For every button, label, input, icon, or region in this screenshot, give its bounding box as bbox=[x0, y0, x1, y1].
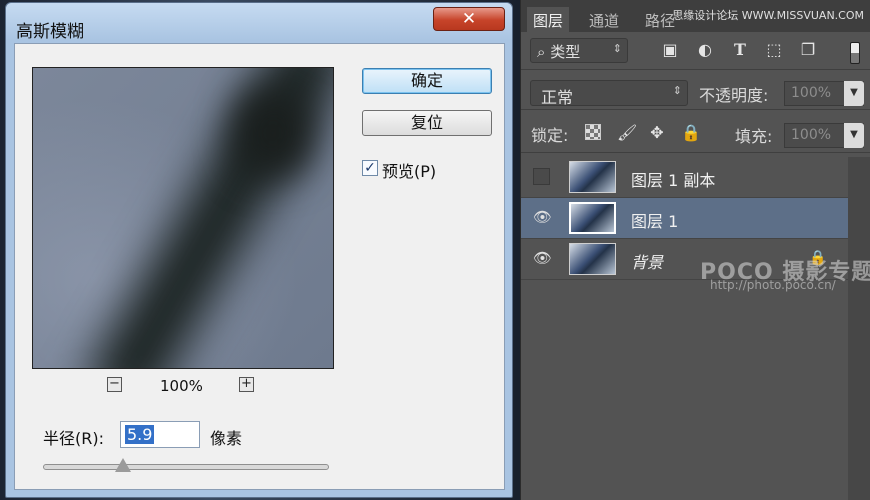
type-icon[interactable]: T bbox=[731, 41, 749, 59]
close-button[interactable]: ✕ bbox=[433, 7, 505, 31]
preview-dark-blob bbox=[233, 88, 313, 178]
ok-button[interactable]: 确定 bbox=[362, 68, 492, 94]
move-icon[interactable]: ✥ bbox=[648, 124, 666, 142]
filter-type-label: 类型 bbox=[550, 43, 581, 61]
tab-channels[interactable]: 通道 bbox=[583, 7, 625, 32]
visibility-toggle[interactable] bbox=[533, 168, 550, 185]
radius-input[interactable]: 5.9 bbox=[120, 421, 200, 448]
radius-slider-track[interactable] bbox=[43, 464, 329, 470]
blend-row: 正常 ⇕ 不透明度: 100% ▼ bbox=[521, 72, 870, 110]
opacity-label: 不透明度: bbox=[699, 86, 769, 105]
layer-row[interactable]: 👁 图层 1 bbox=[521, 198, 848, 239]
brush-icon[interactable]: 🖌 bbox=[617, 124, 637, 142]
zoom-in-button[interactable]: + bbox=[239, 377, 254, 392]
image-icon[interactable]: ▣ bbox=[661, 41, 679, 59]
radius-unit: 像素 bbox=[210, 429, 243, 448]
blend-mode-value: 正常 bbox=[541, 88, 574, 107]
panel-tabs: 图层 通道 路径 思缘设计论坛 WWW.MISSVUAN.COM bbox=[521, 0, 870, 32]
watermark-url: http://photo.poco.cn/ bbox=[710, 278, 836, 292]
eye-icon[interactable]: 👁 bbox=[533, 250, 552, 267]
blend-mode-select[interactable]: 正常 ⇕ bbox=[530, 80, 688, 107]
fill-value: 100% bbox=[791, 127, 832, 143]
preview-label: 预览(P) bbox=[382, 162, 437, 181]
dropdown-arrow-icon: ⇕ bbox=[672, 84, 682, 97]
chevron-down-icon[interactable]: ▼ bbox=[844, 123, 864, 148]
layer-name[interactable]: 图层 1 bbox=[631, 208, 678, 232]
zoom-bar: − 100% + bbox=[32, 376, 334, 396]
adjustment-icon[interactable]: ◐ bbox=[696, 41, 714, 59]
zoom-level: 100% bbox=[160, 377, 203, 395]
layer-name[interactable]: 背景 bbox=[631, 249, 663, 273]
lock-icon[interactable]: 🔒 bbox=[681, 124, 701, 142]
opacity-field[interactable]: 100% ▼ bbox=[784, 81, 864, 106]
radius-slider-thumb[interactable] bbox=[115, 458, 132, 472]
filter-type-select[interactable]: ⌕ 类型 ⇕ bbox=[530, 38, 628, 63]
dialog-titlebar[interactable]: 高斯模糊 ✕ bbox=[6, 3, 512, 42]
eye-icon[interactable]: 👁 bbox=[533, 209, 552, 226]
radius-label: 半径(R): bbox=[43, 429, 104, 448]
layer-thumbnail bbox=[569, 243, 616, 275]
smart-object-icon[interactable]: ❐ bbox=[799, 41, 817, 59]
layer-thumbnail bbox=[569, 202, 616, 234]
lock-label: 锁定: bbox=[531, 126, 569, 145]
layers-panel: 图层 通道 路径 思缘设计论坛 WWW.MISSVUAN.COM ⌕ 类型 ⇕ … bbox=[521, 0, 870, 500]
layer-thumbnail bbox=[569, 161, 616, 193]
lock-transparency-icon[interactable] bbox=[585, 124, 601, 140]
layer-name[interactable]: 图层 1 副本 bbox=[631, 167, 715, 191]
filter-toggle[interactable] bbox=[850, 42, 860, 64]
radius-row: 半径(R): 5.9 像素 bbox=[43, 421, 303, 449]
search-icon: ⌕ bbox=[537, 43, 546, 61]
gaussian-blur-dialog: 高斯模糊 ✕ − 100% + 确定 复位 ✓ 预览(P) 半径(R): 5.9… bbox=[5, 2, 513, 498]
lock-row: 锁定: 🖌 ✥ 🔒 填充: 100% ▼ bbox=[521, 113, 870, 153]
fill-field[interactable]: 100% ▼ bbox=[784, 123, 864, 148]
reset-button[interactable]: 复位 bbox=[362, 110, 492, 136]
preview-checkbox[interactable]: ✓ bbox=[362, 160, 378, 176]
dropdown-arrow-icon: ⇕ bbox=[612, 42, 622, 55]
zoom-out-button[interactable]: − bbox=[107, 377, 122, 392]
shape-icon[interactable]: ⬚ bbox=[765, 41, 783, 59]
radius-value: 5.9 bbox=[125, 425, 155, 444]
panel-scrollbar[interactable] bbox=[848, 157, 870, 500]
blur-preview[interactable] bbox=[32, 67, 334, 369]
dialog-body: − 100% + 确定 复位 ✓ 预览(P) 半径(R): 5.9 像素 bbox=[14, 43, 505, 490]
layer-row[interactable]: 图层 1 副本 bbox=[521, 157, 848, 198]
watermark-top: 思缘设计论坛 WWW.MISSVUAN.COM bbox=[672, 9, 864, 22]
dialog-title: 高斯模糊 bbox=[16, 22, 84, 42]
filter-row: ⌕ 类型 ⇕ ▣ ◐ T ⬚ ❐ bbox=[521, 32, 870, 70]
tab-layers[interactable]: 图层 bbox=[527, 7, 570, 32]
opacity-value: 100% bbox=[791, 85, 832, 101]
fill-label: 填充: bbox=[735, 127, 773, 146]
chevron-down-icon[interactable]: ▼ bbox=[844, 81, 864, 106]
